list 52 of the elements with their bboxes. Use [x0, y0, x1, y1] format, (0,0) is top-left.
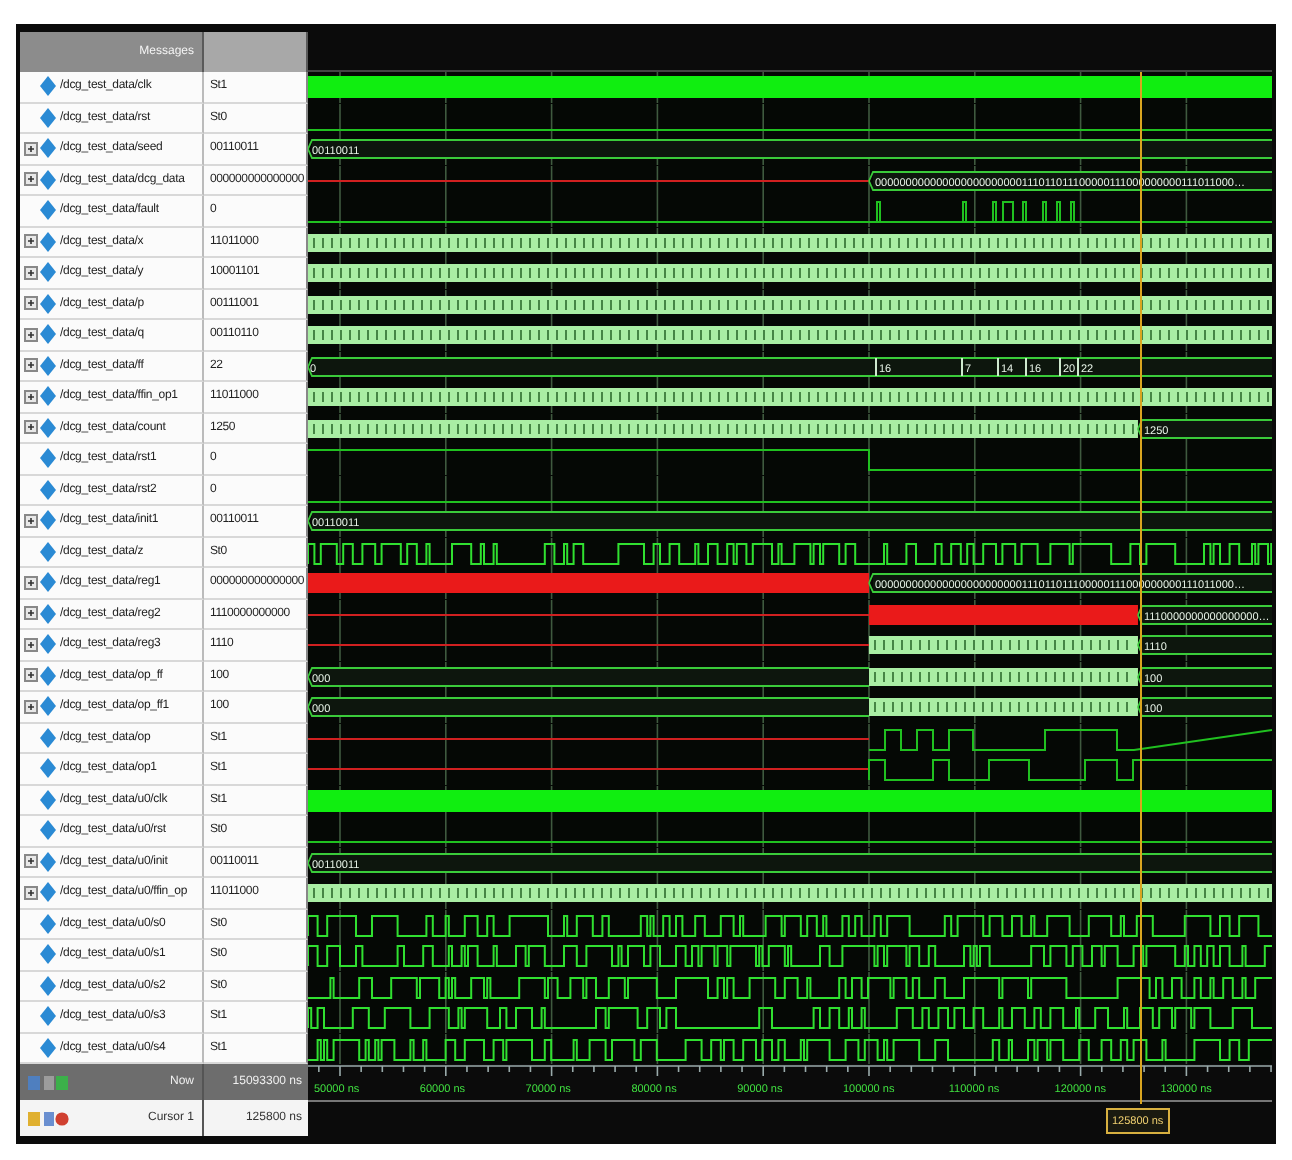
signal-icon [40, 448, 56, 469]
column-header [204, 32, 308, 72]
expand-icon[interactable] [24, 327, 38, 342]
expand-icon[interactable] [24, 854, 38, 869]
signal-icon [40, 758, 56, 779]
signal-icon [40, 231, 56, 252]
signal-icon [40, 200, 56, 221]
signal-icon [40, 975, 56, 996]
signal-icon [40, 851, 56, 872]
expand-icon[interactable] [24, 389, 38, 404]
signal-icon [40, 944, 56, 965]
signal-icon [40, 417, 56, 438]
signal-icon [40, 510, 56, 531]
signal-icon [40, 603, 56, 624]
signal-icon [40, 789, 56, 810]
expand-icon[interactable] [24, 141, 38, 156]
expand-icon[interactable] [24, 637, 38, 652]
signal-icon [40, 696, 56, 717]
expand-icon[interactable] [24, 513, 38, 528]
signal-icon [40, 882, 56, 903]
signal-icon [40, 913, 56, 934]
expand-icon[interactable] [24, 699, 38, 714]
signal-icon [40, 293, 56, 314]
expand-icon[interactable] [24, 420, 38, 435]
signal-icon [40, 634, 56, 655]
expand-icon[interactable] [24, 358, 38, 373]
expand-icon[interactable] [24, 668, 38, 683]
cursor-tool-icon[interactable] [26, 1109, 70, 1127]
expand-icon[interactable] [24, 575, 38, 590]
signal-icon [40, 1037, 56, 1058]
expand-icon[interactable] [24, 234, 38, 249]
signal-icon [40, 138, 56, 159]
signal-icon [40, 386, 56, 407]
signal-icon [40, 727, 56, 748]
signal-icon [40, 572, 56, 593]
expand-icon[interactable] [24, 172, 38, 187]
expand-icon[interactable] [24, 296, 38, 311]
signal-icon [40, 107, 56, 128]
cursor-line[interactable] [1140, 72, 1143, 1104]
signal-icon [40, 262, 56, 283]
signal-icon [40, 1006, 56, 1027]
signal-icon [40, 541, 56, 562]
expand-icon[interactable] [24, 885, 38, 900]
expand-icon[interactable] [24, 606, 38, 621]
signal-icon [40, 355, 56, 376]
signal-icon [40, 324, 56, 345]
expand-icon[interactable] [24, 265, 38, 280]
signal-icon [40, 665, 56, 686]
signal-icon [40, 820, 56, 841]
signal-icon [40, 76, 56, 97]
signal-icon [40, 479, 56, 500]
signal-icon [40, 169, 56, 190]
